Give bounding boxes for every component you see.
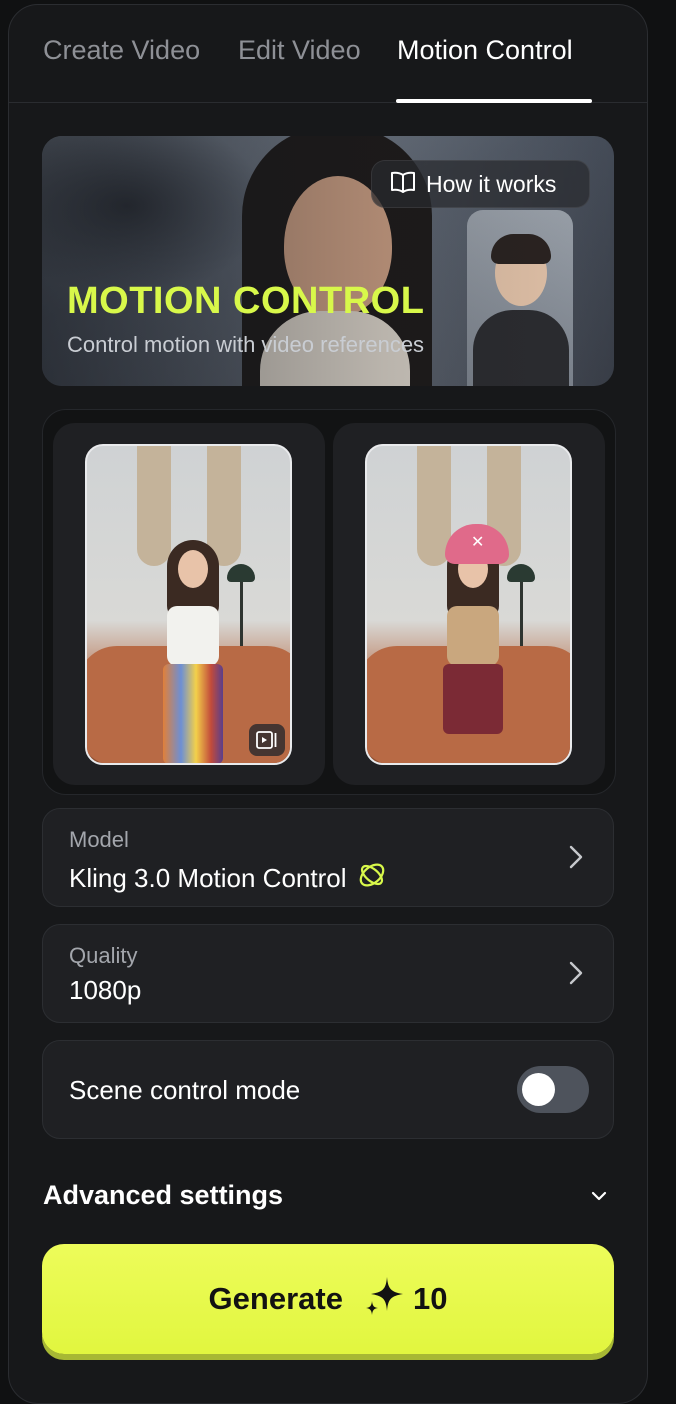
motion-control-panel: Create Video Edit Video Motion Control M… xyxy=(8,4,648,1404)
person-face xyxy=(178,550,208,588)
model-selector[interactable]: Model Kling 3.0 Motion Control xyxy=(42,808,614,907)
how-it-works-button[interactable]: How it works xyxy=(371,160,590,208)
generate-cost-value: 10 xyxy=(412,1281,448,1316)
tab-bar: Create Video Edit Video Motion Control xyxy=(9,5,647,103)
sparkle-icon xyxy=(363,1273,407,1325)
scene-control-label: Scene control mode xyxy=(69,1075,301,1105)
motion-reference-card[interactable] xyxy=(53,423,325,785)
generate-label: Generate xyxy=(208,1281,343,1316)
chevron-right-icon xyxy=(569,961,583,990)
advanced-settings-label: Advanced settings xyxy=(43,1180,284,1210)
lamp-shade xyxy=(507,564,535,582)
toggle-knob xyxy=(522,1073,555,1106)
tab-create-video[interactable]: Create Video xyxy=(43,35,200,66)
chevron-down-icon xyxy=(591,1188,607,1206)
active-tab-indicator xyxy=(396,99,592,103)
character-reference-thumbnail[interactable]: ✕ xyxy=(365,444,572,765)
tab-motion-control[interactable]: Motion Control xyxy=(397,35,573,66)
lamp-shade xyxy=(227,564,255,582)
quality-label: Quality xyxy=(69,943,138,968)
person-top xyxy=(447,606,499,666)
video-frame-icon xyxy=(249,724,285,756)
person-pants xyxy=(163,664,223,763)
how-it-works-label: How it works xyxy=(426,170,557,197)
person-shorts xyxy=(443,664,503,734)
chevron-right-icon xyxy=(569,845,583,874)
motion-reference-thumbnail[interactable] xyxy=(85,444,292,765)
person-top xyxy=(167,606,219,666)
book-icon xyxy=(390,171,416,198)
advanced-settings-toggle[interactable]: Advanced settings xyxy=(43,1176,615,1216)
character-reference-card[interactable]: ✕ xyxy=(333,423,605,785)
wall-arch xyxy=(137,446,171,566)
model-value: Kling 3.0 Motion Control xyxy=(69,863,347,893)
hero-banner: MOTION CONTROL Control motion with video… xyxy=(42,136,614,386)
tab-edit-video[interactable]: Edit Video xyxy=(238,35,361,66)
reference-inputs: ✕ xyxy=(42,409,616,795)
scene-control-toggle[interactable] xyxy=(517,1066,589,1113)
model-label: Model xyxy=(69,827,129,852)
hat-cross-mark: ✕ xyxy=(471,534,485,551)
model-value-wrap: Kling 3.0 Motion Control xyxy=(69,859,388,898)
generate-button[interactable]: Generate 10 xyxy=(42,1244,614,1354)
generate-cost: 10 xyxy=(363,1273,447,1325)
hero-subtitle: Control motion with video references xyxy=(67,332,425,357)
scene-control-row: Scene control mode xyxy=(42,1040,614,1139)
quality-selector[interactable]: Quality 1080p xyxy=(42,924,614,1023)
kling-logo-icon xyxy=(356,859,388,898)
quality-value: 1080p xyxy=(69,975,142,1005)
hero-title: MOTION CONTROL xyxy=(67,280,425,322)
